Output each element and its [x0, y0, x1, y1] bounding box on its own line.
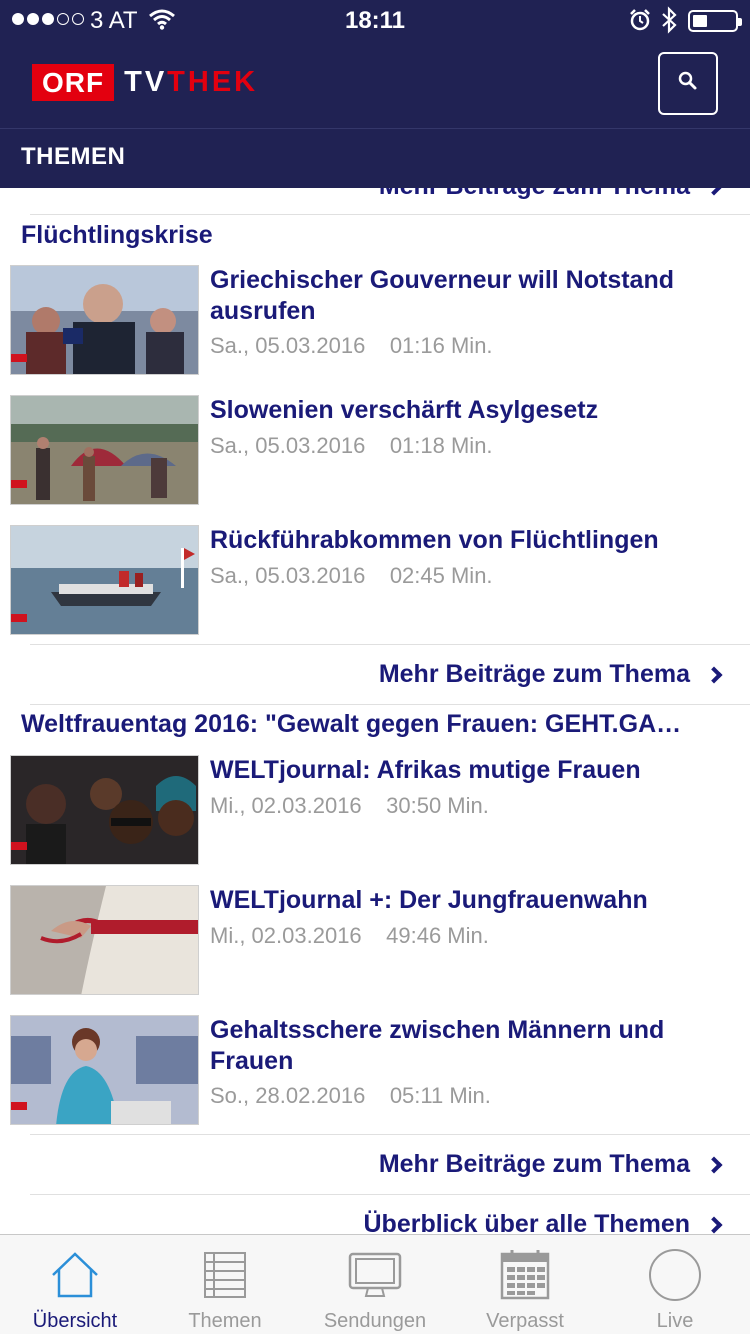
item-duration: 49:46 Min. — [386, 923, 489, 948]
status-bar: 3 AT 18:11 — [0, 0, 750, 40]
logo-orf: ORF — [32, 64, 115, 101]
item-meta: Sa., 05.03.2016 01:18 Min. — [210, 433, 493, 459]
video-thumbnail — [10, 885, 199, 995]
logo-tv: TV — [124, 66, 168, 98]
logo-thek: THEK — [167, 66, 259, 98]
list-item[interactable]: Gehaltsschere zwischen Männern und Fraue… — [10, 1015, 750, 1125]
divider — [30, 214, 750, 215]
all-topics-link[interactable]: Überblick über alle Themen — [363, 1210, 723, 1234]
page-title: THEMEN — [21, 143, 126, 170]
top-bar: 3 AT 18:11 ORF TV THEK THEMEN — [0, 0, 750, 188]
chevron-right-icon — [705, 666, 723, 683]
item-duration: 05:11 Min. — [389, 1083, 491, 1108]
item-title: WELTjournal: Afrikas mutige Frauen — [210, 756, 641, 784]
topic-title[interactable]: Flüchtlingskrise — [21, 221, 721, 250]
home-icon — [48, 1248, 102, 1302]
more-link-label: Mehr Beiträge zum Thema — [378, 1150, 690, 1178]
topics-list[interactable]: Mehr Beiträge zum Thema Flüchtlingskrise… — [0, 188, 750, 1234]
more-link-topic-2[interactable]: Mehr Beiträge zum Thema — [378, 1150, 723, 1179]
more-link-label: Mehr Beiträge zum Thema — [379, 188, 690, 201]
tab-label: Verpasst — [486, 1310, 564, 1332]
item-meta: Mi., 02.03.2016 30:50 Min. — [210, 793, 489, 819]
item-title: Griechischer Gouverneur will Notstand au… — [210, 266, 675, 325]
tab-uebersicht[interactable]: Übersicht — [0, 1235, 150, 1334]
all-topics-label: Überblick über alle Themen — [363, 1210, 691, 1234]
item-meta: Sa., 05.03.2016 02:45 Min. — [210, 563, 493, 589]
calendar-icon — [498, 1248, 552, 1302]
item-meta: Mi., 02.03.2016 49:46 Min. — [210, 923, 489, 949]
tab-label: Sendungen — [323, 1310, 427, 1332]
chevron-right-icon — [705, 1216, 723, 1233]
tab-sendungen[interactable]: Sendungen — [300, 1235, 450, 1334]
item-duration: 01:16 Min. — [389, 333, 493, 358]
list-item[interactable]: WELTjournal +: Der Jungfrauenwahn Mi., 0… — [10, 885, 750, 995]
alarm-icon — [629, 9, 651, 36]
item-meta: Sa., 05.03.2016 01:16 Min. — [210, 333, 493, 359]
video-thumbnail — [10, 265, 199, 375]
bluetooth-icon — [660, 6, 678, 39]
tab-bar: Übersicht Themen Sendungen Verpasst Live — [0, 1234, 750, 1334]
topic-title[interactable]: Weltfrauentag 2016: "Gewalt gegen Frauen… — [21, 710, 721, 739]
tab-label: Übersicht — [32, 1310, 118, 1332]
item-date: Sa., 05.03.2016 — [210, 563, 366, 588]
chevron-right-icon — [705, 1156, 723, 1173]
list-icon — [198, 1248, 252, 1302]
live-circle-icon — [648, 1248, 702, 1302]
tv-icon — [348, 1248, 402, 1302]
divider — [30, 1194, 750, 1195]
video-thumbnail — [10, 395, 199, 505]
more-link-label: Mehr Beiträge zum Thema — [378, 660, 690, 688]
item-meta: So., 28.02.2016 05:11 Min. — [210, 1083, 491, 1109]
divider — [30, 644, 750, 645]
search-button[interactable] — [658, 52, 718, 115]
item-date: Sa., 05.03.2016 — [210, 433, 366, 458]
video-thumbnail — [10, 525, 199, 635]
item-title: Gehaltsschere zwischen Männern und Fraue… — [210, 1016, 665, 1075]
item-date: Mi., 02.03.2016 — [210, 923, 362, 948]
video-thumbnail — [10, 755, 199, 865]
header-divider — [0, 128, 750, 129]
tab-themen[interactable]: Themen — [150, 1235, 300, 1334]
orf-tvthek-logo[interactable]: ORF TV THEK — [32, 64, 258, 101]
search-icon — [677, 70, 699, 97]
tab-live[interactable]: Live — [600, 1235, 750, 1334]
item-date: Mi., 02.03.2016 — [210, 793, 362, 818]
item-title: Rückführabkommen von Flüchtlingen — [210, 526, 659, 554]
item-duration: 01:18 Min. — [389, 433, 493, 458]
list-item[interactable]: Rückführabkommen von Flüchtlingen Sa., 0… — [10, 525, 750, 635]
more-link-topic-1[interactable]: Mehr Beiträge zum Thema — [378, 660, 723, 689]
item-date: So., 28.02.2016 — [210, 1083, 366, 1108]
list-item[interactable]: WELTjournal: Afrikas mutige Frauen Mi., … — [10, 755, 750, 865]
chevron-right-icon — [705, 188, 723, 195]
divider — [30, 1134, 750, 1135]
video-thumbnail — [10, 1015, 199, 1125]
item-duration: 30:50 Min. — [386, 793, 489, 818]
list-item[interactable]: Slowenien verschärft Asylgesetz Sa., 05.… — [10, 395, 750, 505]
item-duration: 02:45 Min. — [389, 563, 493, 588]
item-date: Sa., 05.03.2016 — [210, 333, 366, 358]
tab-label: Themen — [188, 1310, 262, 1332]
item-title: WELTjournal +: Der Jungfrauenwahn — [210, 886, 648, 914]
tab-verpasst[interactable]: Verpasst — [450, 1235, 600, 1334]
tab-label: Live — [656, 1310, 694, 1332]
more-link-previous[interactable]: Mehr Beiträge zum Thema — [379, 188, 723, 201]
item-title: Slowenien verschärft Asylgesetz — [210, 396, 599, 424]
divider — [30, 704, 750, 705]
battery-icon — [688, 10, 742, 32]
list-item[interactable]: Griechischer Gouverneur will Notstand au… — [10, 265, 750, 375]
